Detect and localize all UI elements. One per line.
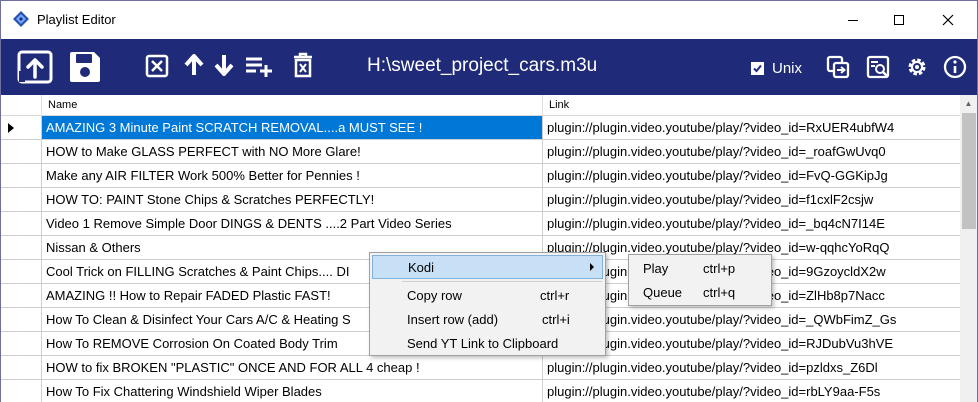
submenu-item-label: Play (643, 261, 669, 276)
name-cell[interactable]: Video 1 Remove Simple Door DINGS & DENTS… (42, 212, 543, 236)
submenu-item-play[interactable]: Play ctrl+p (631, 257, 769, 281)
table-row[interactable]: How To Fix Chattering Windshield Wiper B… (1, 380, 960, 402)
delete-row-button[interactable] (144, 53, 170, 79)
minimize-button[interactable] (830, 1, 876, 39)
move-down-icon (214, 55, 234, 76)
save-button[interactable] (65, 47, 105, 87)
link-cell[interactable]: plugin://plugin.video.youtube/play/?vide… (543, 164, 960, 188)
unix-label: Unix (772, 60, 803, 77)
copy-button[interactable] (825, 54, 851, 80)
link-cell[interactable]: plugin://plugin.video.youtube/play/?vide… (543, 140, 960, 164)
menu-item-copy-row[interactable]: Copy row ctrl+r (372, 284, 603, 308)
info-button[interactable] (942, 54, 968, 80)
name-cell[interactable]: AMAZING 3 Minute Paint SCRATCH REMOVAL..… (42, 116, 543, 140)
table-row[interactable]: Video 1 Remove Simple Door DINGS & DENTS… (1, 212, 960, 236)
trash-button[interactable] (291, 51, 315, 79)
table-row[interactable]: HOW to Make GLASS PERFECT with NO More G… (1, 140, 960, 164)
menu-item-send-yt-link[interactable]: Send YT Link to Clipboard (372, 332, 603, 356)
link-cell[interactable]: plugin://plugin.video.youtube/play/?vide… (543, 356, 960, 380)
unix-checkbox[interactable]: Unix (751, 60, 802, 77)
table-row[interactable]: HOW TO: PAINT Stone Chips & Scratches PE… (1, 188, 960, 212)
copy-icon (826, 55, 850, 79)
menu-separator (402, 281, 602, 282)
submenu-arrow-icon (590, 263, 594, 271)
submenu-item-queue[interactable]: Queue ctrl+q (631, 281, 769, 305)
add-to-list-icon (246, 57, 272, 77)
menu-item-kodi[interactable]: Kodi (372, 255, 603, 279)
row-header[interactable] (1, 260, 42, 284)
move-up-button[interactable] (182, 52, 206, 78)
maximize-button[interactable] (876, 1, 922, 39)
menu-item-insert-row[interactable]: Insert row (add) ctrl+i (372, 308, 603, 332)
link-cell[interactable]: plugin://plugin.video.youtube/play/?vide… (543, 380, 960, 402)
trash-icon (294, 52, 312, 78)
row-header[interactable] (1, 332, 42, 356)
link-cell[interactable]: plugin://plugin.video.youtube/play/?vide… (543, 188, 960, 212)
row-header[interactable] (1, 164, 42, 188)
vertical-scrollbar[interactable]: ▲ (960, 95, 978, 402)
playlist-path: H:\sweet_project_cars.m3u (367, 55, 598, 76)
find-button[interactable] (865, 54, 891, 80)
row-header[interactable] (1, 380, 42, 402)
move-down-button[interactable] (212, 52, 236, 78)
context-menu: Kodi Copy row ctrl+r Insert row (add) ct… (369, 252, 606, 356)
save-icon (70, 52, 100, 82)
scrollbar-thumb[interactable] (962, 113, 976, 229)
table-row[interactable]: AMAZING 3 Minute Paint SCRATCH REMOVAL..… (1, 116, 960, 140)
settings-icon (908, 58, 926, 76)
title-bar: Playlist Editor (0, 0, 978, 39)
row-header[interactable] (1, 116, 42, 140)
menu-item-label: Insert row (add) (407, 312, 499, 327)
row-header[interactable] (1, 188, 42, 212)
maximize-icon (894, 15, 904, 25)
close-icon (942, 14, 954, 26)
name-cell[interactable]: Make any AIR FILTER Work 500% Better for… (42, 164, 543, 188)
move-up-icon (184, 54, 204, 75)
row-header[interactable] (1, 236, 42, 260)
close-button[interactable] (925, 1, 971, 39)
name-cell[interactable]: HOW to Make GLASS PERFECT with NO More G… (42, 140, 543, 164)
toolbar: H:\sweet_project_cars.m3u Unix (0, 39, 978, 95)
name-cell[interactable]: HOW TO: PAINT Stone Chips & Scratches PE… (42, 188, 543, 212)
grid-header: Name Link (1, 95, 960, 116)
add-to-list-button[interactable] (244, 53, 274, 79)
submenu-item-label: Queue (643, 285, 683, 300)
name-cell[interactable]: How To Fix Chattering Windshield Wiper B… (42, 380, 543, 402)
menu-item-label: Send YT Link to Clipboard (407, 336, 559, 351)
kodi-submenu: Play ctrl+p Queue ctrl+q (628, 254, 772, 306)
column-header-name[interactable]: Name (42, 95, 543, 116)
submenu-item-shortcut: ctrl+q (703, 285, 736, 300)
settings-button[interactable] (904, 54, 930, 80)
table-row[interactable]: HOW to fix BROKEN "PLASTIC" ONCE AND FOR… (1, 356, 960, 380)
info-icon (943, 55, 967, 79)
delete-icon (145, 54, 169, 78)
menu-item-shortcut: ctrl+r (540, 288, 570, 303)
submenu-item-shortcut: ctrl+p (703, 261, 736, 276)
find-icon (866, 55, 890, 79)
row-header[interactable] (1, 308, 42, 332)
name-cell[interactable]: HOW to fix BROKEN "PLASTIC" ONCE AND FOR… (42, 356, 543, 380)
menu-item-shortcut: ctrl+i (542, 312, 570, 327)
menu-item-label: Kodi (408, 260, 435, 275)
row-header[interactable] (1, 212, 42, 236)
checkbox-checked-icon[interactable] (751, 62, 764, 75)
open-icon (17, 50, 53, 84)
link-cell[interactable]: plugin://plugin.video.youtube/play/?vide… (543, 116, 960, 140)
minimize-icon (848, 20, 858, 21)
row-header-corner (1, 95, 42, 116)
column-header-link[interactable]: Link (543, 95, 960, 116)
menu-item-label: Copy row (407, 288, 462, 303)
row-header[interactable] (1, 356, 42, 380)
scroll-up-arrow-icon[interactable]: ▲ (960, 95, 977, 112)
current-row-arrow-icon (8, 123, 14, 133)
table-row[interactable]: Make any AIR FILTER Work 500% Better for… (1, 164, 960, 188)
app-icon (13, 11, 29, 27)
window-title: Playlist Editor (37, 12, 116, 27)
row-header[interactable] (1, 284, 42, 308)
row-header[interactable] (1, 140, 42, 164)
open-button[interactable] (15, 47, 55, 87)
link-cell[interactable]: plugin://plugin.video.youtube/play/?vide… (543, 212, 960, 236)
